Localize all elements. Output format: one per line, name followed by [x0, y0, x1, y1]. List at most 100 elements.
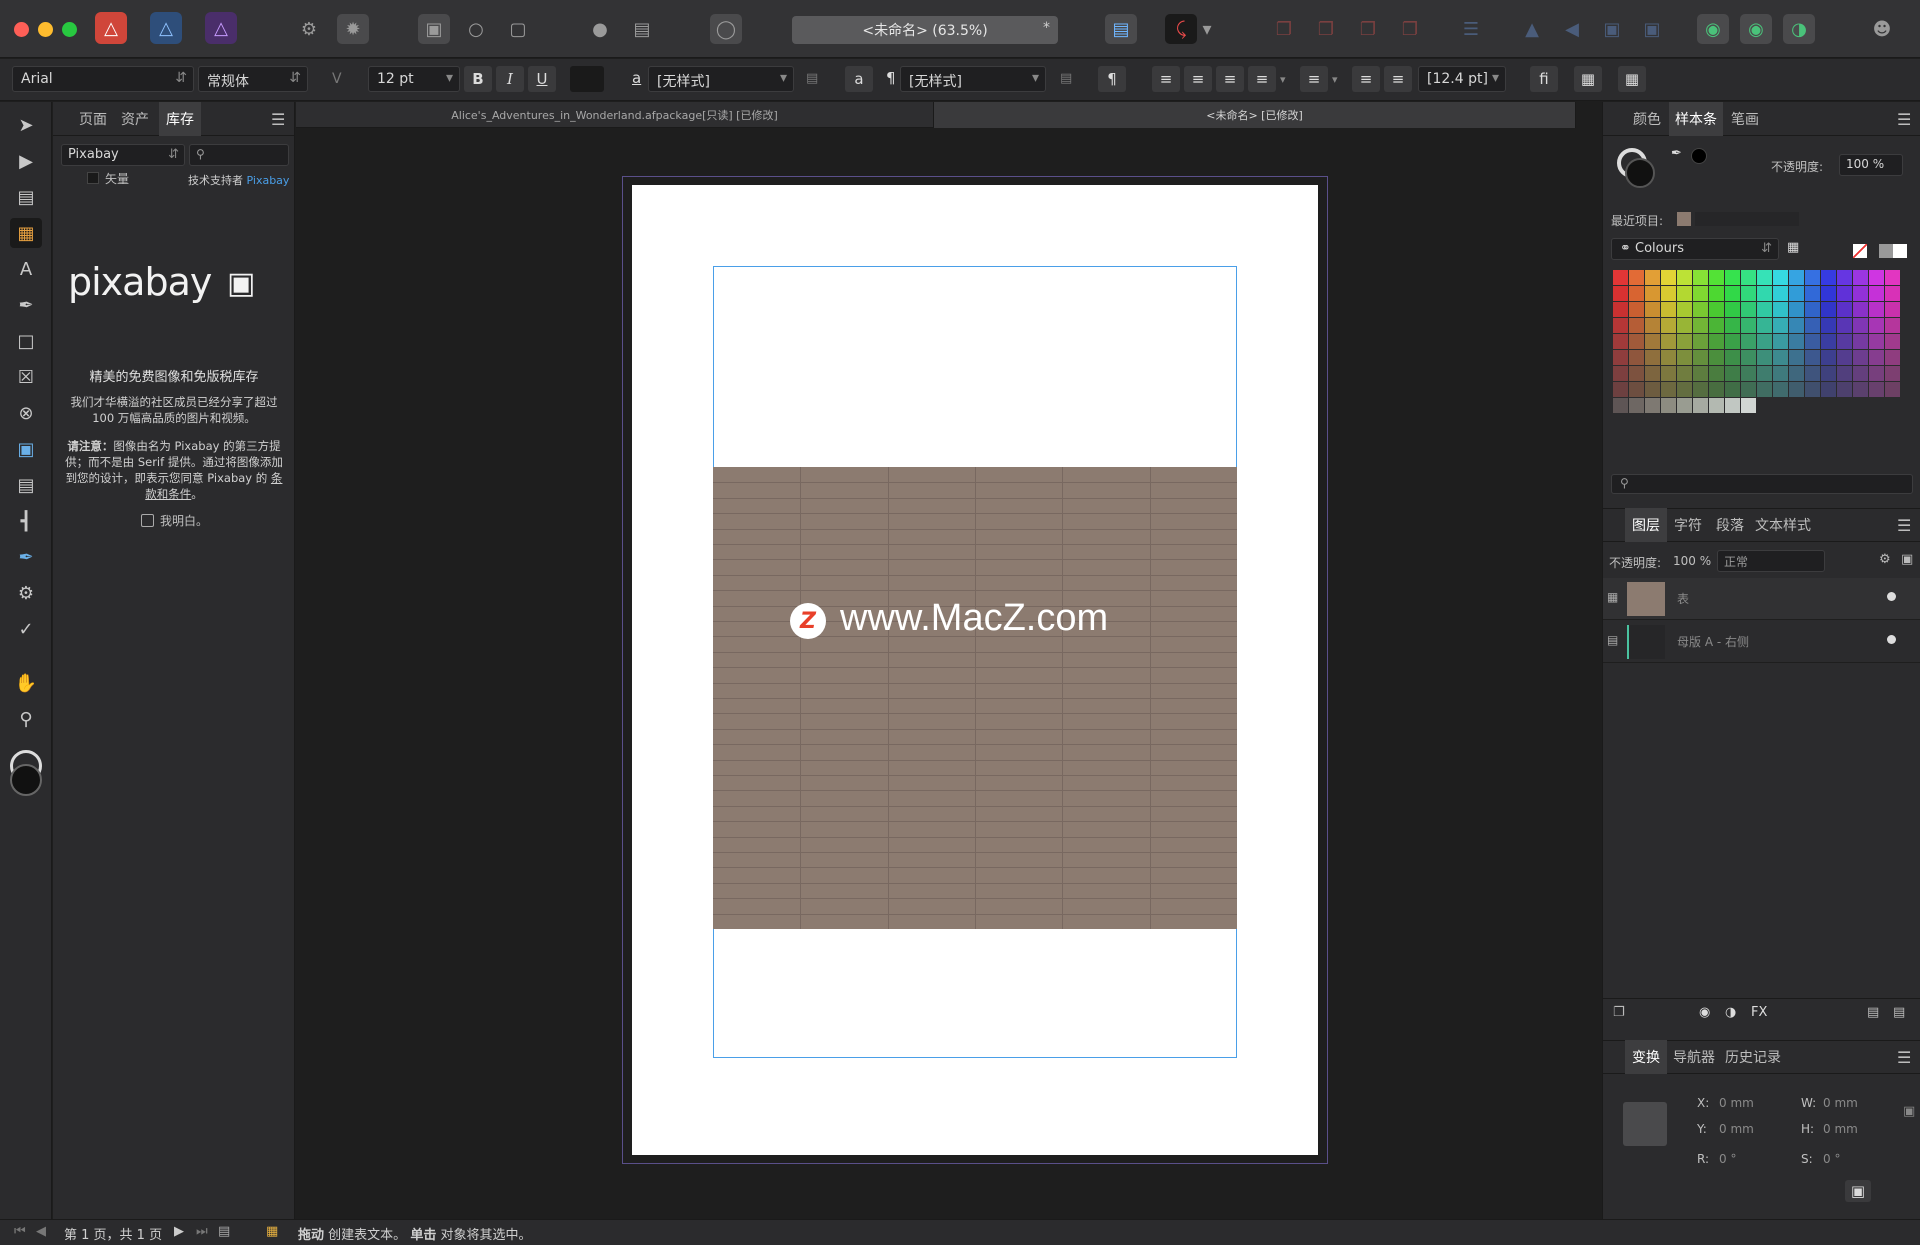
stock-search-input[interactable]: ⚲ — [189, 144, 289, 166]
color-swatch[interactable] — [1869, 270, 1884, 285]
x-field[interactable]: 0 mm — [1719, 1096, 1754, 1110]
snapping-magnet-icon[interactable]: ⤹ — [1165, 14, 1197, 44]
color-swatch[interactable] — [1821, 286, 1836, 301]
color-swatch[interactable] — [1805, 334, 1820, 349]
hand-tool-icon[interactable]: ✋ — [10, 668, 42, 698]
color-swatch[interactable] — [1645, 382, 1660, 397]
swatch-search-input[interactable]: ⚲ — [1611, 474, 1913, 494]
palette-select[interactable]: ⚭ Colours ⇵ — [1611, 238, 1779, 260]
color-swatch[interactable] — [1757, 382, 1772, 397]
normal-view-icon[interactable]: ▣ — [418, 14, 450, 44]
rotate-right-icon[interactable]: ▣ — [1636, 14, 1668, 44]
pixabay-link[interactable]: Pixabay — [247, 174, 290, 187]
next-page-icon[interactable]: ▶ — [174, 1224, 184, 1239]
color-swatch[interactable] — [1757, 350, 1772, 365]
color-swatch[interactable] — [1853, 302, 1868, 317]
para-options-icon[interactable]: ▤ — [1060, 71, 1072, 86]
color-swatch[interactable] — [1853, 366, 1868, 381]
paragraph-style-select[interactable]: [无样式] ▾ — [900, 66, 1046, 92]
color-swatch[interactable] — [1789, 286, 1804, 301]
table-tool-icon[interactable]: ▦ — [10, 218, 42, 248]
color-swatch[interactable] — [1837, 270, 1852, 285]
picked-color-swatch[interactable] — [1691, 148, 1707, 164]
first-page-icon[interactable]: ⏮ — [14, 1224, 26, 1239]
color-swatch[interactable] — [1709, 398, 1724, 413]
eyedropper-tool-icon[interactable]: ✓ — [10, 614, 42, 644]
chevron-down-icon[interactable]: ▾ — [1332, 73, 1338, 86]
tab-transform[interactable]: 变换 — [1625, 1040, 1667, 1074]
color-swatch[interactable] — [1805, 302, 1820, 317]
color-swatch[interactable] — [1677, 302, 1692, 317]
artistic-text-tool-icon[interactable]: A — [10, 254, 42, 284]
color-swatch[interactable] — [1837, 382, 1852, 397]
prev-page-icon[interactable]: ◀ — [36, 1224, 46, 1239]
color-swatch[interactable] — [1773, 302, 1788, 317]
color-swatch[interactable] — [1629, 334, 1644, 349]
color-swatch[interactable] — [1757, 286, 1772, 301]
color-swatch[interactable] — [1821, 382, 1836, 397]
color-swatch[interactable] — [1725, 366, 1740, 381]
tab-pages[interactable]: 页面 — [73, 102, 113, 136]
color-swatch[interactable] — [1853, 270, 1868, 285]
publisher-persona-icon[interactable]: △ — [95, 12, 127, 44]
text-color-swatch[interactable] — [570, 66, 604, 92]
minimize-window-button[interactable] — [38, 22, 53, 37]
color-swatch[interactable] — [1661, 366, 1676, 381]
flip-horizontal-icon[interactable]: ▲ — [1516, 14, 1548, 44]
color-swatch[interactable] — [1629, 286, 1644, 301]
stroke-color-circle[interactable] — [1625, 158, 1655, 188]
white-swatch[interactable] — [1893, 244, 1907, 258]
color-swatch[interactable] — [1757, 270, 1772, 285]
color-swatch[interactable] — [1773, 350, 1788, 365]
tab-history[interactable]: 历史记录 — [1721, 1040, 1785, 1074]
color-swatch[interactable] — [1645, 334, 1660, 349]
color-swatch[interactable] — [1677, 366, 1692, 381]
color-swatch[interactable] — [1709, 270, 1724, 285]
color-swatch[interactable] — [1741, 334, 1756, 349]
color-swatch[interactable] — [1677, 382, 1692, 397]
visibility-dot[interactable] — [1887, 592, 1896, 601]
panel-menu-icon[interactable]: ☰ — [1897, 1048, 1915, 1067]
arrange-forward-icon[interactable]: ❐ — [1352, 14, 1384, 44]
gear-icon[interactable]: ⚙ — [1879, 552, 1891, 567]
preview-view-icon[interactable]: ○ — [460, 14, 492, 44]
tab-stroke[interactable]: 笔画 — [1723, 102, 1767, 136]
frame-text-tool-icon[interactable]: ▤ — [10, 182, 42, 212]
color-swatch[interactable] — [1853, 318, 1868, 333]
color-swatch[interactable] — [1613, 302, 1628, 317]
pin-icon[interactable]: ● — [584, 14, 616, 44]
visibility-dot[interactable] — [1887, 635, 1896, 644]
color-swatch[interactable] — [1885, 270, 1900, 285]
last-page-icon[interactable]: ⏭ — [196, 1224, 208, 1239]
color-swatch[interactable] — [1853, 350, 1868, 365]
fill-tool-icon[interactable]: ✒ — [10, 542, 42, 572]
color-swatch[interactable] — [1693, 366, 1708, 381]
color-swatch[interactable] — [1709, 382, 1724, 397]
color-swatch[interactable] — [1661, 302, 1676, 317]
layer-row-table[interactable]: ▦ 表 — [1603, 578, 1920, 620]
tab-stock[interactable]: 库存 — [159, 102, 201, 136]
layer-arrange-icon[interactable]: ❐ — [1613, 1005, 1625, 1020]
color-swatch[interactable] — [1757, 302, 1772, 317]
anchor-selector[interactable] — [1623, 1102, 1667, 1146]
font-family-select[interactable]: Arial ⇵ — [12, 66, 194, 92]
character-style-select[interactable]: [无样式] ▾ — [648, 66, 794, 92]
color-swatch[interactable] — [1773, 286, 1788, 301]
show-special-chars-button[interactable]: ¶ — [1098, 66, 1126, 92]
w-field[interactable]: 0 mm — [1823, 1096, 1858, 1110]
color-swatch[interactable] — [1677, 334, 1692, 349]
tab-text-styles[interactable]: 文本样式 — [1751, 508, 1815, 542]
color-swatch[interactable] — [1869, 302, 1884, 317]
panel-menu-icon[interactable]: ☰ — [1897, 110, 1915, 129]
color-swatch[interactable] — [1693, 318, 1708, 333]
color-swatch[interactable] — [1741, 318, 1756, 333]
canvas-area[interactable]: Z www.MacZ.com — [296, 129, 1601, 1219]
color-swatch[interactable] — [1661, 398, 1676, 413]
color-swatch[interactable] — [1725, 302, 1740, 317]
color-swatch[interactable] — [1645, 398, 1660, 413]
color-swatch[interactable] — [1709, 334, 1724, 349]
color-swatch[interactable] — [1629, 318, 1644, 333]
color-swatch[interactable] — [1725, 286, 1740, 301]
color-swatch[interactable] — [1821, 366, 1836, 381]
color-swatch[interactable] — [1789, 334, 1804, 349]
